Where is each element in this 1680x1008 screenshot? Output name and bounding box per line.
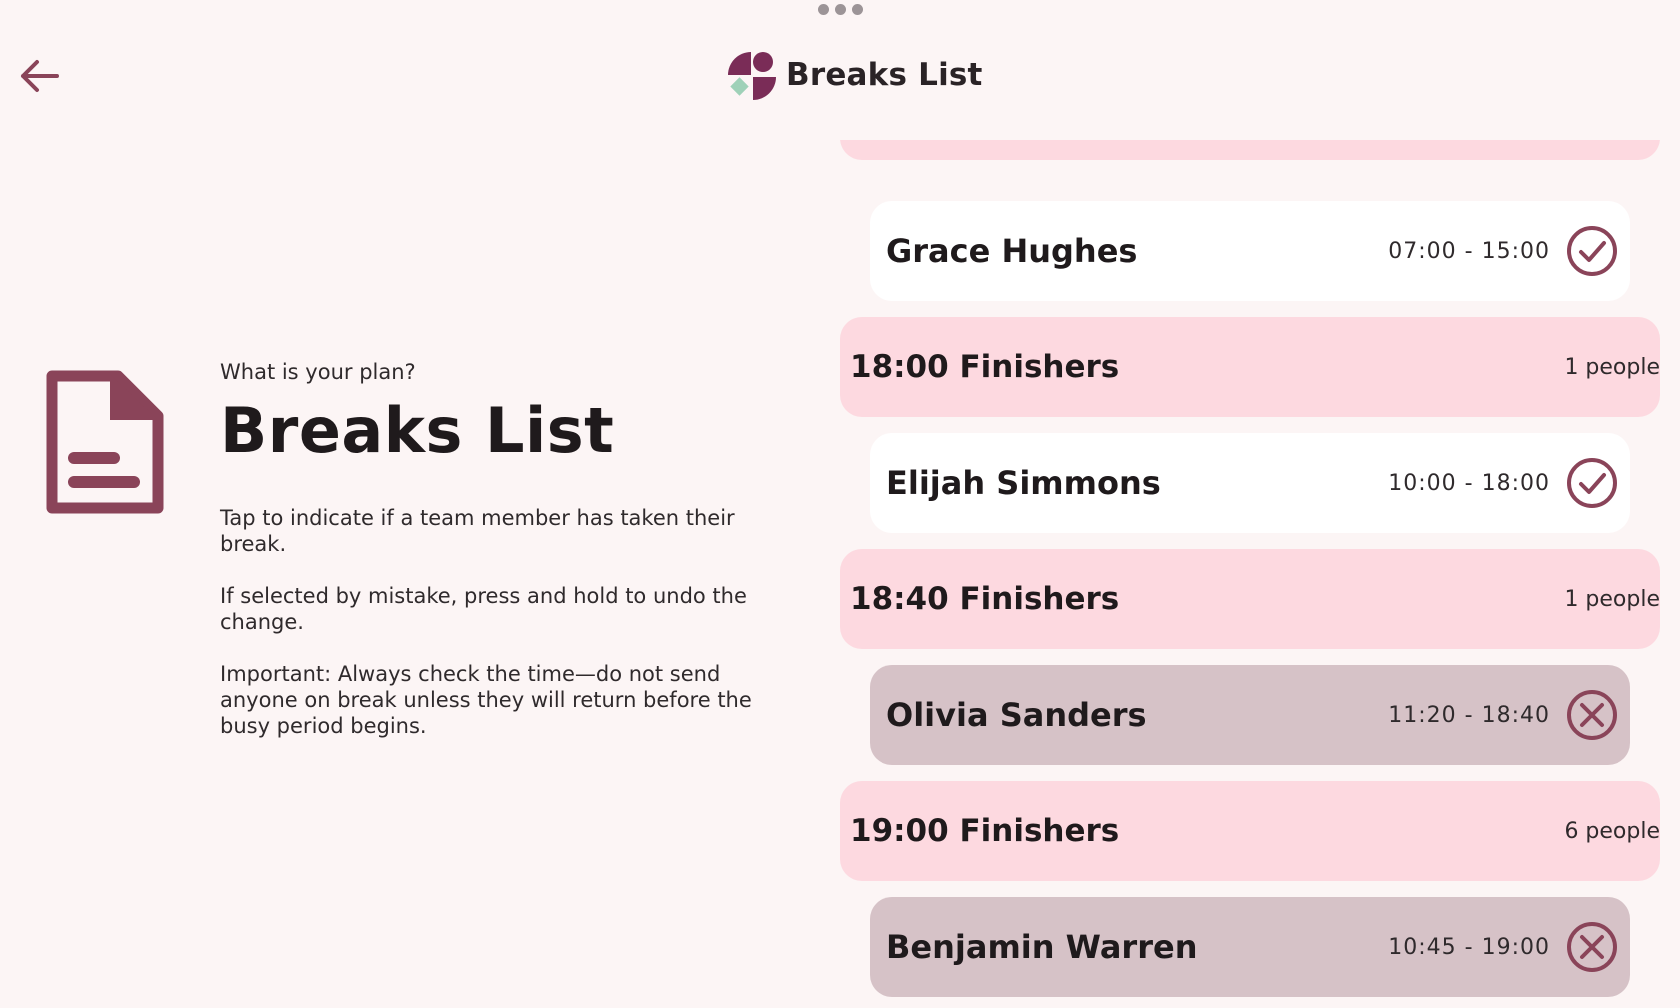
intro-paragraph: If selected by mistake, press and hold t… [220,584,747,634]
group-header: 18:00 Finishers 1 people [840,317,1660,417]
shift-time: 11:20 - 18:40 [1388,702,1550,728]
x-circle-icon [1567,690,1617,740]
intro-eyebrow: What is your plan? [220,360,416,384]
group-count: 1 people [1564,586,1660,612]
document-icon [46,370,164,514]
group-count: 1 people [1564,354,1660,380]
dot [852,4,863,15]
group-title: 18:00 Finishers [850,349,1120,385]
intro-panel: What is your plan? Breaks List Tap to in… [220,360,780,765]
shift-time: 10:00 - 18:00 [1388,470,1550,496]
person-name: Benjamin Warren [886,928,1198,966]
dot [835,4,846,15]
group-header-partial [840,140,1660,160]
check-circle-icon [1567,226,1617,276]
breaks-list[interactable]: Grace Hughes 07:00 - 15:00 18:00 Finishe… [840,140,1660,1008]
group-title: 18:40 Finishers [850,581,1120,617]
page-title: Breaks List [220,394,615,467]
person-row[interactable]: Olivia Sanders 11:20 - 18:40 [870,665,1630,765]
arrow-left-icon [21,60,59,92]
x-circle-icon [1567,922,1617,972]
intro-paragraph: Important: Always check the time—do not … [220,662,752,738]
shift-time: 10:45 - 19:00 [1388,934,1550,960]
person-name: Grace Hughes [886,232,1138,270]
shift-time: 07:00 - 15:00 [1388,238,1550,264]
person-row[interactable]: Grace Hughes 07:00 - 15:00 [870,201,1630,301]
group-header: 18:40 Finishers 1 people [840,549,1660,649]
person-name: Olivia Sanders [886,696,1147,734]
person-row[interactable]: Benjamin Warren 10:45 - 19:00 [870,897,1630,997]
app-header: Breaks List [726,50,983,100]
app-logo-icon [728,52,776,100]
group-count: 6 people [1564,818,1660,844]
check-circle-icon [1567,458,1617,508]
person-name: Elijah Simmons [886,464,1161,502]
person-row[interactable]: Elijah Simmons 10:00 - 18:00 [870,433,1630,533]
back-button[interactable] [17,56,63,96]
window-handle-dots[interactable] [818,4,863,15]
group-header: 19:00 Finishers 6 people [840,781,1660,881]
intro-paragraph: Tap to indicate if a team member has tak… [220,506,735,556]
app-title: Breaks List [786,57,983,93]
group-title: 19:00 Finishers [850,813,1120,849]
dot [818,4,829,15]
